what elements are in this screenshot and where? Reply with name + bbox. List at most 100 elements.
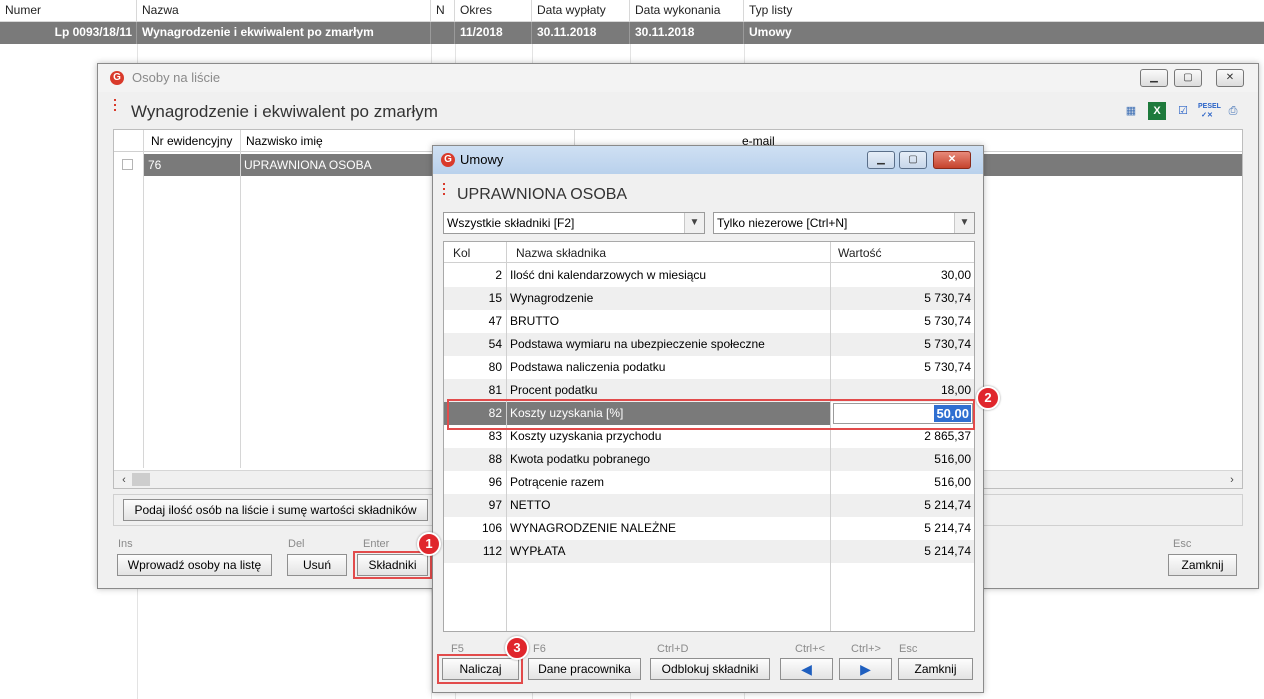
cell-kol: 88	[488, 452, 502, 466]
cell-nazwa: WYPŁATA	[510, 544, 566, 558]
row-typ-listy: Umowy	[749, 25, 792, 39]
filter-all-value: Wszystkie składniki [F2]	[447, 216, 575, 230]
cell-nazwa: Ilość dni kalendarzowych w miesiącu	[510, 268, 707, 282]
umowy-title: Umowy	[460, 152, 504, 167]
triangle-right-icon: ▶	[860, 661, 871, 677]
table-row[interactable]: 80 Podstawa naliczenia podatku 5 730,74	[444, 356, 974, 379]
minimize-button[interactable]: ▁	[1140, 69, 1168, 87]
excel-icon[interactable]: X	[1148, 102, 1166, 120]
cell-wartosc: 5 214,74	[924, 544, 971, 558]
next-button[interactable]: ▶	[839, 658, 892, 680]
col-okres[interactable]: Okres	[455, 0, 532, 22]
table-row[interactable]: 106 WYNAGRODZENIE NALEŻNE 5 214,74	[444, 517, 974, 540]
cell-wartosc: 5 730,74	[924, 291, 971, 305]
cell-kol: 97	[488, 498, 502, 512]
prev-button[interactable]: ◀	[780, 658, 833, 680]
col-nazwisko-imie[interactable]: Nazwisko imię	[246, 134, 323, 148]
hint-f6: F6	[533, 643, 546, 655]
table-row[interactable]: 112 WYPŁATA 5 214,74	[444, 540, 974, 563]
cell-nazwa: Wynagrodzenie	[510, 291, 594, 305]
col-nazwa[interactable]: Nazwa	[137, 0, 431, 22]
menu-dots-icon[interactable]	[443, 183, 446, 199]
table-row[interactable]: 15 Wynagrodzenie 5 730,74	[444, 287, 974, 310]
divider	[240, 130, 241, 468]
osoby-titlebar[interactable]: G Osoby na liście ▁ ▢ ✕	[98, 64, 1258, 92]
scroll-thumb[interactable]	[132, 473, 150, 486]
col-wartosc[interactable]: Wartość	[838, 246, 882, 260]
filter-all-select[interactable]: Wszystkie składniki [F2] ▼	[443, 212, 705, 234]
table-row[interactable]: 2 Ilość dni kalendarzowych w miesiącu 30,0…	[444, 264, 974, 287]
maximize-button[interactable]: ▢	[899, 151, 927, 169]
row-nr: 76	[148, 158, 162, 172]
minimize-button[interactable]: ▁	[867, 151, 895, 169]
row-nazwisko: UPRAWNIONA OSOBA	[244, 158, 372, 172]
badge-2: 2	[976, 386, 1000, 410]
hint-ctrl-prev: Ctrl+<	[795, 643, 825, 655]
row-checkbox[interactable]	[122, 159, 133, 170]
list-row-selected[interactable]: Lp 0093/18/11 Wynagrodzenie i ekwiwalent…	[0, 22, 1264, 44]
filter-nonzero-select[interactable]: Tylko niezerowe [Ctrl+N] ▼	[713, 212, 975, 234]
maximize-button[interactable]: ▢	[1174, 69, 1202, 87]
hint-enter: Enter	[363, 538, 390, 550]
print-icon[interactable]: ⎙	[1224, 102, 1242, 120]
cell-wartosc: 5 730,74	[924, 314, 971, 328]
checkbox-icon[interactable]: ☑	[1174, 102, 1192, 120]
chevron-down-icon[interactable]: ▼	[954, 213, 974, 233]
menu-dots-icon[interactable]	[114, 99, 117, 115]
table-row[interactable]: 97 NETTO 5 214,74	[444, 494, 974, 517]
pesel-label: PESEL	[1198, 103, 1221, 110]
hint-del: Del	[288, 538, 305, 550]
cell-wartosc: 30,00	[940, 268, 971, 282]
cell-wartosc: 5 730,74	[924, 360, 971, 374]
hint-ctrl-d: Ctrl+D	[657, 643, 689, 655]
col-nr-ewidencyjny[interactable]: Nr ewidencyjny	[151, 134, 232, 148]
table-row[interactable]: 47 BRUTTO 5 730,74	[444, 310, 974, 333]
close-button[interactable]: ✕	[1216, 69, 1244, 87]
cell-wartosc: 5 730,74	[924, 337, 971, 351]
row-numer: Lp 0093/18/11	[0, 22, 137, 44]
cell-nazwa: Podstawa naliczenia podatku	[510, 360, 666, 374]
hint-ctrl-next: Ctrl+>	[851, 643, 881, 655]
divider	[143, 130, 144, 468]
scroll-right-icon[interactable]: ›	[1224, 472, 1240, 488]
wprowadz-button[interactable]: Wprowadź osoby na listę	[117, 554, 272, 576]
umowy-heading: UPRAWNIONA OSOBA	[457, 186, 628, 203]
dane-pracownika-button[interactable]: Dane pracownika	[528, 658, 641, 680]
col-nazwa-skladnika[interactable]: Nazwa składnika	[516, 246, 606, 260]
cell-nazwa: Potrącenie razem	[510, 475, 605, 489]
table-row[interactable]: 88 Kwota podatku pobranego 516,00	[444, 448, 974, 471]
pesel-icon[interactable]: PESEL ✓✕	[1198, 102, 1221, 120]
col-data-wyplaty[interactable]: Data wypłaty	[532, 0, 630, 22]
chevron-down-icon[interactable]: ▼	[684, 213, 704, 233]
cell-kol: 106	[481, 521, 502, 535]
col-typ-listy[interactable]: Typ listy	[744, 0, 1264, 22]
table-row[interactable]: 96 Potrącenie razem 516,00	[444, 471, 974, 494]
cell-kol: 96	[488, 475, 502, 489]
umowy-window: G Umowy ▁ ▢ ✕ UPRAWNIONA OSOBA Wszystkie…	[432, 145, 984, 693]
row-data-wykonania: 30.11.2018	[630, 22, 744, 44]
badge-1: 1	[417, 532, 441, 556]
zamknij-button[interactable]: Zamknij	[1168, 554, 1237, 576]
close-button[interactable]: ✕	[933, 151, 971, 169]
umowy-titlebar[interactable]: G Umowy ▁ ▢ ✕	[433, 146, 983, 174]
cell-nazwa: Kwota podatku pobranego	[510, 452, 651, 466]
summary-button[interactable]: Podaj ilość osób na liście i sumę wartoś…	[123, 499, 428, 521]
col-numer[interactable]: Numer	[0, 0, 137, 22]
table-icon[interactable]: ▦	[1122, 102, 1140, 120]
row-n	[431, 22, 455, 44]
highlight-naliczaj	[437, 654, 523, 684]
table-row[interactable]: 54 Podstawa wymiaru na ubezpieczenie społ…	[444, 333, 974, 356]
list-header: Numer Nazwa N Okres Data wypłaty Data wy…	[0, 0, 1264, 22]
col-kol[interactable]: Kol	[453, 246, 470, 260]
cell-kol: 112	[482, 544, 502, 558]
row-data-wyplaty: 30.11.2018	[532, 22, 630, 44]
odblokuj-button[interactable]: Odblokuj składniki	[650, 658, 770, 680]
col-n[interactable]: N	[431, 0, 455, 22]
toolbar: ▦ X ☑ PESEL ✓✕ ⎙	[1122, 102, 1242, 120]
usun-button[interactable]: Usuń	[287, 554, 347, 576]
cell-nazwa: BRUTTO	[510, 314, 560, 328]
scroll-left-icon[interactable]: ‹	[116, 472, 132, 488]
col-data-wykonania[interactable]: Data wykonania	[630, 0, 744, 22]
hint-ins: Ins	[118, 538, 133, 550]
zamknij-button[interactable]: Zamknij	[898, 658, 973, 680]
